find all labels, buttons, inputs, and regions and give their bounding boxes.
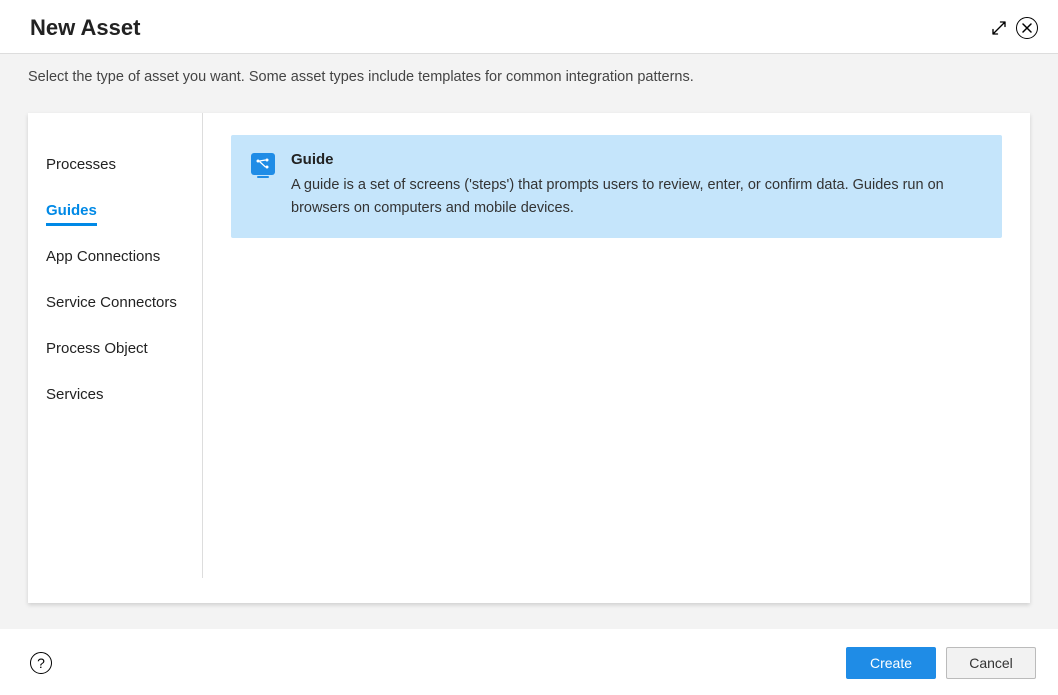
footer-buttons: Create Cancel	[846, 647, 1036, 679]
create-button[interactable]: Create	[846, 647, 936, 679]
subheader-text: Select the type of asset you want. Some …	[28, 69, 1030, 85]
header-actions	[990, 17, 1038, 39]
sidebar-item-label: Guides	[46, 202, 97, 226]
dialog-header: New Asset	[0, 0, 1058, 54]
sidebar-item-service-connectors[interactable]: Service Connectors	[46, 279, 202, 325]
expand-icon	[990, 19, 1008, 37]
guide-icon	[251, 153, 275, 175]
sidebar-item-label: Services	[46, 386, 104, 403]
asset-card-guide[interactable]: Guide A guide is a set of screens ('step…	[231, 135, 1002, 238]
content-panel: Processes Guides App Connections Service Co…	[28, 113, 1030, 603]
dialog-title: New Asset	[30, 15, 140, 41]
expand-button[interactable]	[990, 19, 1008, 37]
sidebar-item-guides[interactable]: Guides	[46, 187, 202, 233]
sidebar-item-label: Processes	[46, 156, 116, 173]
close-button[interactable]	[1016, 17, 1038, 39]
sidebar-item-processes[interactable]: Processes	[46, 141, 202, 187]
sidebar-item-process-object[interactable]: Process Object	[46, 325, 202, 371]
sidebar-item-label: App Connections	[46, 248, 160, 265]
dialog-body: Select the type of asset you want. Some …	[0, 54, 1058, 629]
asset-description: A guide is a set of screens ('steps') th…	[291, 174, 982, 220]
sidebar-item-app-connections[interactable]: App Connections	[46, 233, 202, 279]
asset-type-sidebar: Processes Guides App Connections Service Co…	[28, 113, 203, 578]
help-button[interactable]: ?	[30, 652, 52, 674]
sidebar-item-label: Service Connectors	[46, 294, 177, 311]
asset-title: Guide	[291, 151, 982, 168]
sidebar-item-label: Process Object	[46, 340, 148, 357]
asset-content: Guide A guide is a set of screens ('step…	[291, 151, 982, 220]
close-icon	[1022, 23, 1032, 33]
cancel-button[interactable]: Cancel	[946, 647, 1036, 679]
asset-main-area: Guide A guide is a set of screens ('step…	[203, 113, 1030, 603]
sidebar-item-services[interactable]: Services	[46, 371, 202, 417]
dialog-footer: ? Create Cancel	[0, 629, 1058, 695]
new-asset-dialog: New Asset Select the type of asset you w…	[0, 0, 1058, 695]
